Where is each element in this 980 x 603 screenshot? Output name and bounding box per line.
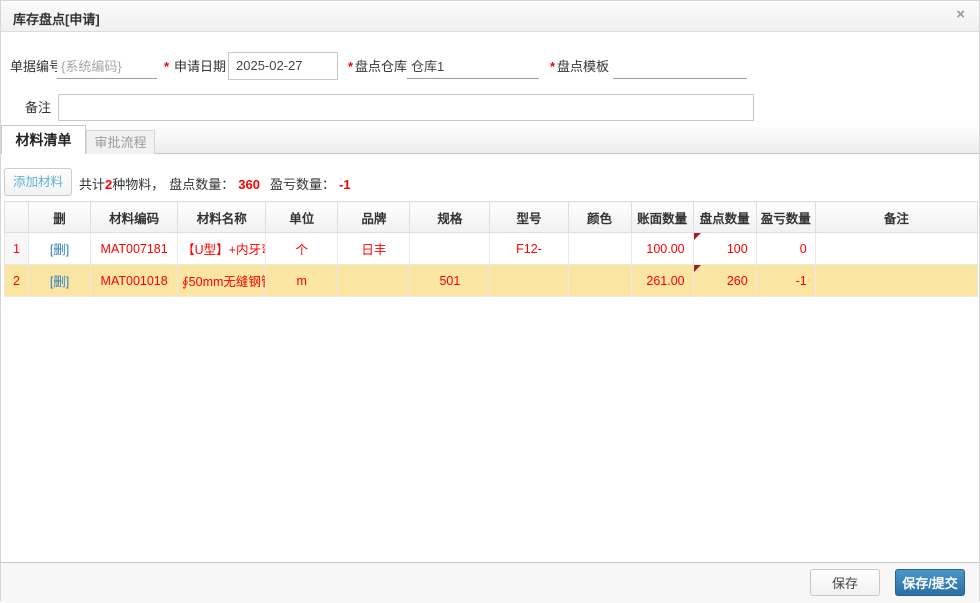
count-qty-value: 260 xyxy=(726,273,748,288)
col-book-qty: 账面数量 xyxy=(630,201,694,233)
remark-input[interactable] xyxy=(58,94,754,121)
doc-no-field: {系统编码} xyxy=(57,54,157,79)
col-profit-loss-qty: 盈亏数量 xyxy=(755,201,816,233)
cell-count-qty[interactable]: 260 xyxy=(692,264,757,297)
cell-brand xyxy=(337,264,411,297)
template-input[interactable] xyxy=(613,54,747,79)
inventory-count-dialog: { "dialog": { "title": "库存盘点[申请]", "clos… xyxy=(0,0,980,603)
col-material-name: 材料名称 xyxy=(177,201,267,233)
cell-count-qty[interactable]: 100 xyxy=(692,232,757,265)
dialog-footer: 保存 保存/提交 xyxy=(1,562,979,603)
delete-row-link[interactable]: [删] xyxy=(50,275,69,289)
template-label: 盘点模板 xyxy=(557,59,610,74)
close-icon[interactable]: × xyxy=(956,7,965,23)
cell-material-code: MAT001018 xyxy=(90,264,179,297)
col-material-code: 材料编码 xyxy=(90,201,179,233)
required-marker: * xyxy=(348,59,354,74)
add-material-button[interactable]: 添加材料 xyxy=(4,168,72,196)
tab-approval-flow[interactable]: 审批流程 xyxy=(86,130,155,154)
col-delete: 删 xyxy=(28,201,92,233)
cell-brand: 日丰 xyxy=(337,232,411,265)
col-remark: 备注 xyxy=(814,201,979,233)
required-marker: * xyxy=(164,59,170,74)
cell-color xyxy=(567,232,632,265)
col-spec: 规格 xyxy=(409,201,491,233)
table-header-row: 删 材料编码 材料名称 单位 品牌 规格 型号 颜色 账面数量 盘点数量 盈亏数… xyxy=(3,201,979,233)
cell-profit-loss-qty: -1 xyxy=(755,264,816,297)
save-submit-button[interactable]: 保存/提交 xyxy=(895,569,965,596)
tab-strip: 材料清单 审批流程 xyxy=(1,125,979,154)
col-unit: 单位 xyxy=(265,201,339,233)
col-brand: 品牌 xyxy=(337,201,411,233)
summary-pl-value: -1 xyxy=(339,177,351,192)
cell-spec: 501 xyxy=(409,264,491,297)
save-button[interactable]: 保存 xyxy=(810,569,880,596)
remark-label: 备注 xyxy=(25,100,52,115)
required-marker: * xyxy=(550,59,556,74)
cell-material-name: ∮50mm无缝钢管 xyxy=(177,264,267,297)
cell-color xyxy=(567,264,632,297)
cell-unit: m xyxy=(265,264,339,297)
edited-cell-marker-icon xyxy=(694,265,701,272)
cell-unit: 个 xyxy=(265,232,339,265)
summary-count-label: 盘点数量： xyxy=(169,177,235,192)
cell-material-code: MAT007181 xyxy=(90,232,179,265)
cell-remark xyxy=(814,264,979,297)
col-color: 颜色 xyxy=(567,201,632,233)
delete-row-link[interactable]: [删] xyxy=(50,243,69,257)
material-table: 删 材料编码 材料名称 单位 品牌 规格 型号 颜色 账面数量 盘点数量 盈亏数… xyxy=(3,201,979,297)
cell-book-qty: 261.00 xyxy=(630,264,694,297)
page-title: 库存盘点[申请] xyxy=(13,12,100,27)
col-index xyxy=(3,201,30,233)
summary-bar: 共计2种物料， 盘点数量： 360 盈亏数量： -1 xyxy=(79,174,351,193)
apply-date-input[interactable]: 2025-02-27 xyxy=(228,52,338,80)
cell-model xyxy=(489,264,569,297)
summary-pl-label: 盈亏数量： xyxy=(269,177,335,192)
row-index: 1 xyxy=(3,232,30,265)
cell-model: F12- xyxy=(489,232,569,265)
table-row[interactable]: 2 [删] MAT001018 ∮50mm无缝钢管 m 501 261.00 2… xyxy=(3,264,979,297)
summary-total-suffix: 种物料， xyxy=(112,177,165,192)
edited-cell-marker-icon xyxy=(694,233,701,240)
cell-material-name: 【U型】+内牙弯 xyxy=(177,232,267,265)
apply-date-label: 申请日期 xyxy=(174,59,227,74)
warehouse-label: 盘点仓库 xyxy=(355,59,408,74)
dialog-titlebar: 库存盘点[申请] × xyxy=(1,1,979,32)
cell-spec xyxy=(409,232,491,265)
row-index: 2 xyxy=(3,264,30,297)
cell-remark xyxy=(814,232,979,265)
cell-book-qty: 100.00 xyxy=(630,232,694,265)
tab-material-list[interactable]: 材料清单 xyxy=(1,125,86,154)
summary-total-prefix: 共计 xyxy=(79,177,106,192)
summary-count-value: 360 xyxy=(238,177,260,192)
doc-no-label: 单据编号 xyxy=(10,59,63,74)
table-row[interactable]: 1 [删] MAT007181 【U型】+内牙弯 个 日丰 F12- 100.0… xyxy=(3,232,979,265)
col-count-qty: 盘点数量 xyxy=(692,201,757,233)
cell-profit-loss-qty: 0 xyxy=(755,232,816,265)
count-qty-value: 100 xyxy=(726,241,748,256)
warehouse-input[interactable]: 仓库1 xyxy=(407,54,539,79)
col-model: 型号 xyxy=(489,201,569,233)
